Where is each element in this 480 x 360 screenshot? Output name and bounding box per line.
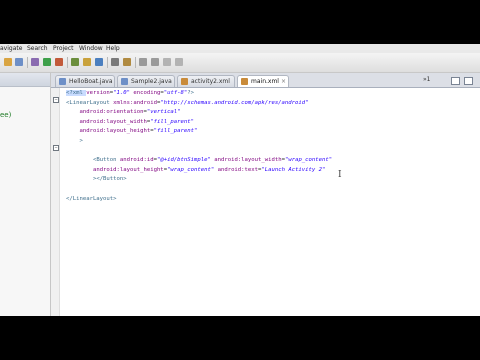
code-token: >: [79, 137, 83, 144]
code-token: android:layout_height: [79, 128, 151, 135]
next-annotation-icon[interactable]: [139, 58, 147, 66]
save-icon[interactable]: [15, 58, 23, 66]
xml-file-icon: [241, 78, 248, 85]
toolbar-separator: [27, 57, 28, 68]
java-file-icon: [59, 78, 66, 85]
code-token: "fill_parent": [153, 128, 198, 135]
code-token: "wrap_content": [167, 166, 215, 173]
editor-ruler: [51, 88, 60, 316]
menu-bar: avigate Search Project Window Help: [0, 44, 480, 53]
tab-overflow[interactable]: »1: [423, 74, 431, 86]
code-line[interactable]: <?xml version="1.0" encoding="utf-8"?>: [66, 89, 332, 99]
menu-navigate[interactable]: avigate: [0, 44, 22, 53]
package-explorer-panel: ee): [0, 73, 51, 316]
code-token: "utf-8": [163, 90, 188, 96]
code-line[interactable]: android:layout_height="fill_parent": [66, 127, 332, 137]
previous-annotation-icon[interactable]: [151, 58, 159, 66]
fold-marker[interactable]: −: [53, 97, 59, 103]
tab-label: activity2.xml: [191, 78, 230, 85]
eclipse-window: avigate Search Project Window Help ee) H…: [0, 44, 480, 316]
new-class-icon[interactable]: [95, 58, 103, 66]
toolbar-separator: [135, 57, 136, 68]
code-token: android:text: [217, 166, 259, 173]
menu-window[interactable]: Window: [79, 44, 103, 53]
code-line[interactable]: [66, 147, 332, 157]
code-line[interactable]: <LinearLayout xmlns:android="http://sche…: [66, 99, 332, 109]
code-token: encoding: [133, 90, 161, 96]
code-token: android:layout_width: [79, 118, 147, 125]
minimize-icon[interactable]: [451, 77, 460, 85]
package-explorer-header: [0, 73, 50, 87]
search-icon[interactable]: [123, 58, 131, 66]
tab-main-xml[interactable]: main.xml ×: [237, 75, 289, 87]
code-line[interactable]: android:layout_height="wrap_content" and…: [66, 166, 332, 176]
toolbar: [0, 53, 480, 73]
code-line[interactable]: android:layout_width="fill_parent": [66, 118, 332, 128]
maximize-icon[interactable]: [464, 77, 473, 85]
debug-icon[interactable]: [31, 58, 39, 66]
tab-label: main.xml: [251, 78, 279, 85]
tab-activity2-xml[interactable]: activity2.xml: [177, 75, 235, 87]
code-token: <Button: [92, 157, 120, 164]
toolbar-separator: [107, 57, 108, 68]
code-token: "http://schemas.android.com/apk/res/andr…: [160, 99, 309, 106]
code-token: android:layout_height: [92, 166, 164, 173]
code-line[interactable]: >: [66, 137, 332, 147]
new-icon[interactable]: [4, 58, 12, 66]
code-token: xmlns:android: [113, 99, 157, 106]
code-token: ?>: [187, 90, 195, 96]
code-line[interactable]: ></Button>: [66, 175, 332, 185]
close-icon[interactable]: ×: [281, 76, 286, 87]
code-token: version: [86, 90, 110, 96]
code-token: android:id: [119, 157, 154, 164]
xml-file-icon: [181, 78, 188, 85]
code-token: "@+id/btnSimple": [156, 157, 211, 164]
run-icon[interactable]: [43, 58, 51, 66]
xml-code[interactable]: <?xml version="1.0" encoding="utf-8"?> <L…: [66, 89, 332, 204]
menu-project[interactable]: Project: [53, 44, 74, 53]
open-type-icon[interactable]: [111, 58, 119, 66]
package-explorer-item[interactable]: ee): [0, 111, 11, 119]
code-token: android:layout_width: [214, 157, 282, 164]
toolbar-separator: [67, 57, 68, 68]
tab-label: HelloBoat.java: [69, 78, 113, 85]
code-token: "Launch Activity 2": [261, 166, 326, 173]
code-line[interactable]: android:orientation="vertical": [66, 108, 332, 118]
forward-icon[interactable]: [175, 58, 183, 66]
code-line[interactable]: [66, 185, 332, 195]
code-token: "wrap_content": [284, 157, 333, 164]
code-token: android:orientation: [79, 109, 144, 116]
tab-label: Sample2.java: [131, 78, 172, 85]
code-token: <?xml: [66, 90, 87, 96]
tab-helloboat-java[interactable]: HelloBoat.java: [55, 75, 115, 87]
new-java-project-icon[interactable]: [71, 58, 79, 66]
menu-search[interactable]: Search: [27, 44, 48, 53]
code-token: ></Button>: [92, 176, 127, 183]
new-package-icon[interactable]: [83, 58, 91, 66]
tab-sample2-java[interactable]: Sample2.java: [117, 75, 175, 87]
java-file-icon: [121, 78, 128, 85]
code-token: </LinearLayout>: [66, 195, 117, 202]
text-cursor: I: [338, 170, 342, 180]
fold-marker[interactable]: −: [53, 145, 59, 151]
code-token: <LinearLayout: [66, 99, 114, 106]
code-line[interactable]: <Button android:id="@+id/btnSimple" andr…: [66, 156, 332, 166]
back-icon[interactable]: [163, 58, 171, 66]
code-token: "1.0": [113, 90, 131, 96]
code-line[interactable]: </LinearLayout>: [66, 195, 332, 205]
external-tools-icon[interactable]: [55, 58, 63, 66]
code-token: "fill_parent": [150, 118, 194, 125]
menu-help[interactable]: Help: [106, 44, 120, 53]
editor-tab-bar: HelloBoat.java Sample2.java activity2.xm…: [51, 73, 480, 88]
code-token: "vertical": [146, 109, 181, 116]
